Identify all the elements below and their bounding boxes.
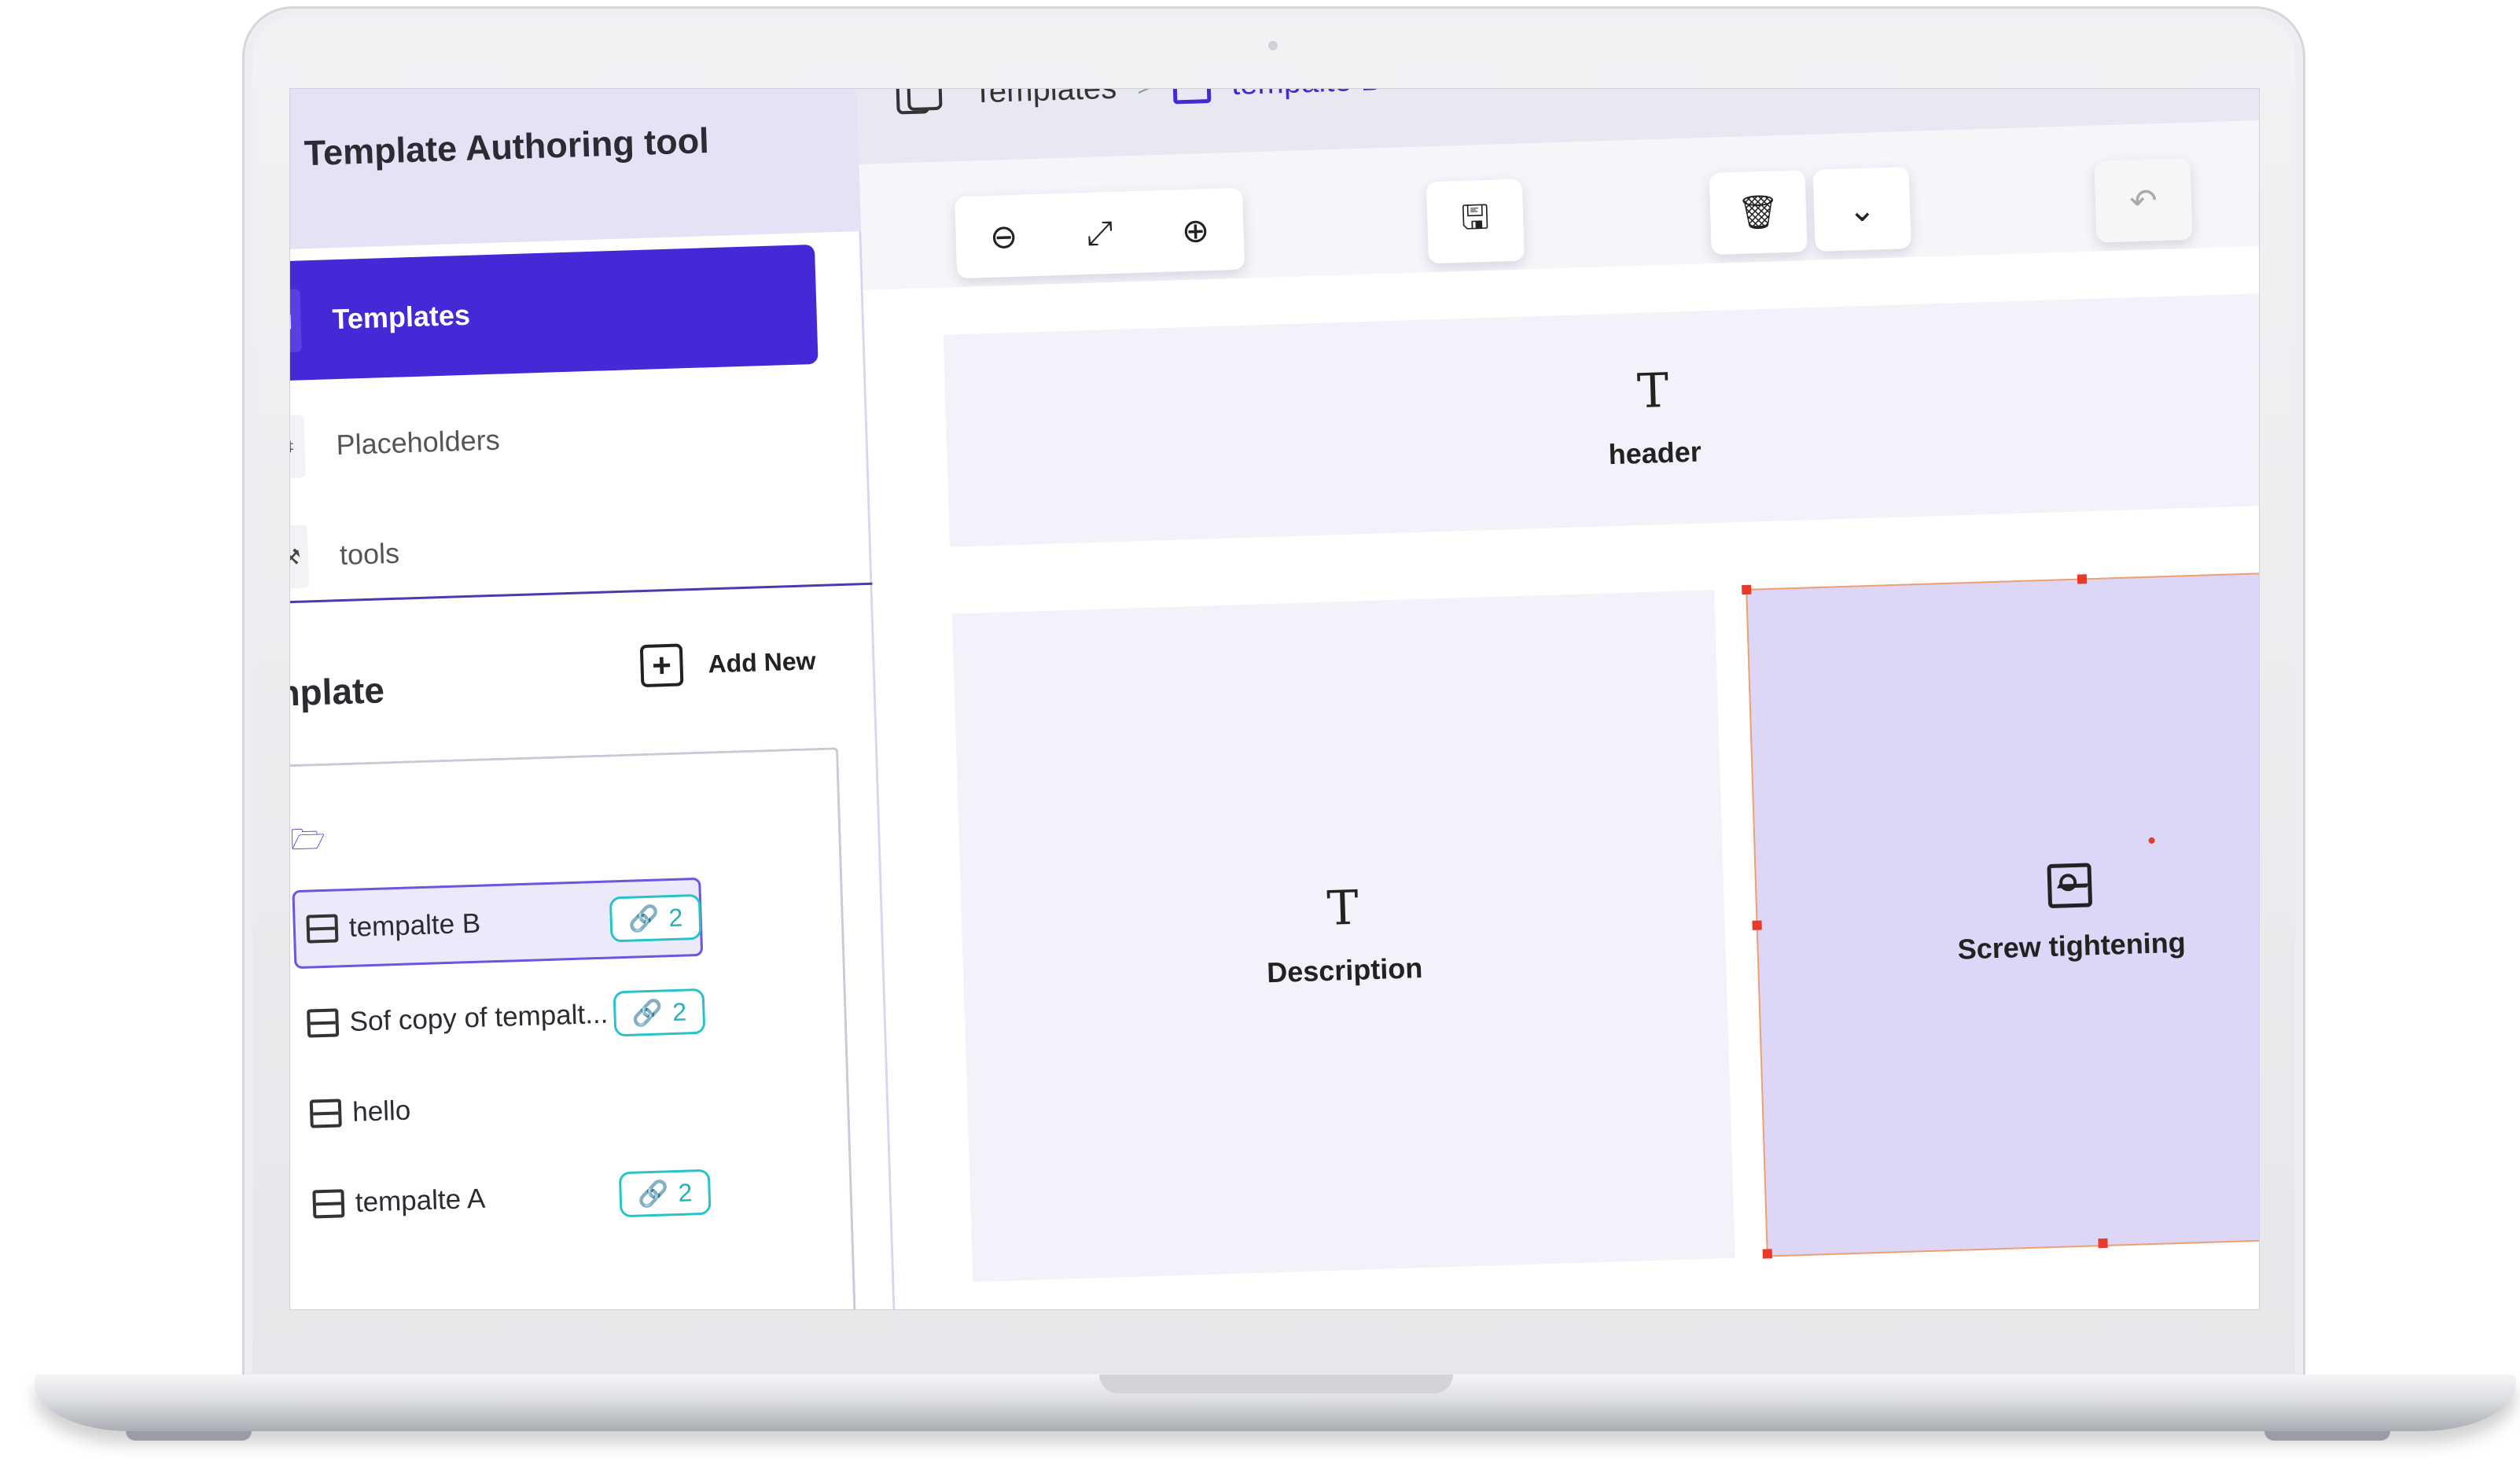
zoom-in-button[interactable]: ⊕ — [1146, 188, 1245, 273]
app-screen: Template Authoring tool ⊞ Templates ⌗ Pl… — [289, 88, 2260, 1310]
breadcrumb: Templates > tempalte B — [896, 89, 1382, 115]
laptop-foot — [126, 1431, 252, 1441]
sidebar-item-label: tools — [339, 536, 400, 572]
tools-icon: ⚒ — [290, 525, 310, 589]
link-count: 2 — [671, 997, 687, 1026]
link-count-badge[interactable]: 🔗 2 — [613, 988, 705, 1037]
link-count-badge[interactable]: 🔗 2 — [609, 893, 702, 943]
link-icon: 🔗 — [637, 1179, 670, 1209]
block-label: header — [1608, 435, 1702, 471]
trash-icon: 🗑 — [1736, 192, 1780, 231]
tree-item-label: hello — [351, 1095, 411, 1128]
tree-item-hello[interactable]: hello — [298, 1072, 412, 1154]
laptop-notch — [1099, 1375, 1453, 1393]
template-icon — [309, 1099, 342, 1128]
section-title: nplate — [289, 669, 385, 714]
placeholder-icon: ⌗ — [290, 414, 306, 479]
zoom-controls: ⊖ ⤢ ⊕ — [955, 187, 1245, 279]
undo-button[interactable]: ↶ — [2094, 158, 2192, 243]
description-block[interactable]: T Description — [951, 590, 1735, 1283]
add-new-label: Add New — [707, 646, 816, 678]
sidebar-header: Template Authoring tool — [290, 89, 862, 250]
resize-handle[interactable] — [1752, 920, 1762, 930]
tree-item-sof-copy[interactable]: Sof copy of tempalt... 🔗 2 — [295, 975, 705, 1063]
tree-item-label: tempalte A — [355, 1183, 486, 1218]
link-count-badge[interactable]: 🔗 2 — [618, 1169, 712, 1218]
breadcrumb-separator: > — [1136, 89, 1153, 102]
sidebar: Template Authoring tool ⊞ Templates ⌗ Pl… — [289, 89, 896, 1309]
app-title: Template Authoring tool — [304, 120, 710, 174]
undo-group: ↶ — [2094, 157, 2193, 243]
breadcrumb-current[interactable]: tempalte B — [1231, 89, 1382, 102]
save-icon: 🖫 — [1460, 197, 1490, 236]
fit-button[interactable]: ⤢ — [1050, 191, 1149, 276]
save-group: 🖫 — [1426, 179, 1525, 264]
sidebar-item-label: Templates — [331, 298, 471, 336]
plus-square-icon: + — [639, 643, 684, 688]
block-label: Description — [1266, 951, 1423, 989]
expand-icon: ⤢ — [1086, 213, 1114, 252]
rotate-handle[interactable] — [2148, 837, 2155, 844]
link-count: 2 — [677, 1177, 693, 1207]
chevron-down-icon: ⌄ — [1847, 190, 1877, 229]
template-icon — [306, 914, 339, 944]
block-label: Screw tightening — [1957, 926, 2187, 966]
laptop-foot — [2264, 1431, 2390, 1441]
save-button[interactable]: 🖫 — [1426, 179, 1525, 264]
app-viewport: Template Authoring tool ⊞ Templates ⌗ Pl… — [289, 89, 2259, 1309]
resize-handle[interactable] — [1742, 584, 1752, 595]
design-canvas[interactable]: T header T Description Screw tightening — [863, 243, 2259, 1309]
documents-icon — [896, 89, 930, 115]
add-new-button[interactable]: + Add New — [639, 639, 816, 688]
undo-icon: ↶ — [2128, 181, 2158, 219]
tree-item-label: tempalte B — [348, 907, 481, 943]
image-icon — [2047, 863, 2093, 909]
template-icon — [312, 1189, 345, 1219]
sidebar-item-label: Placeholders — [335, 423, 501, 462]
resize-handle[interactable] — [2077, 574, 2088, 584]
text-type-icon: T — [1326, 880, 1359, 937]
layout-icon: ⊞ — [290, 289, 302, 353]
zoom-in-icon: ⊕ — [1181, 211, 1210, 249]
more-group: ⌄ — [1812, 167, 1911, 252]
folder-open-icon[interactable]: 🗁 — [290, 819, 326, 867]
resize-handle[interactable] — [1762, 1249, 1772, 1259]
more-options-button[interactable]: ⌄ — [1813, 167, 1911, 252]
tree-item-tempalte-b[interactable]: tempalte B 🔗 2 — [292, 877, 704, 970]
text-type-icon: T — [1636, 363, 1670, 420]
link-icon: 🔗 — [631, 998, 664, 1028]
template-icon — [307, 1008, 340, 1038]
image-block-selected[interactable]: Screw tightening — [1742, 569, 2259, 1259]
tree-item-label: Sof copy of tempalt... — [349, 998, 609, 1037]
resize-handle[interactable] — [2098, 1238, 2108, 1249]
delete-group: 🗑 — [1709, 170, 1808, 256]
zoom-out-button[interactable]: ⊖ — [955, 193, 1053, 278]
breadcrumb-root[interactable]: Templates — [973, 89, 1117, 110]
delete-button[interactable]: 🗑 — [1709, 170, 1808, 255]
link-count: 2 — [668, 903, 683, 932]
editor-main: Templates > tempalte B ⊖ ⤢ ⊕ 🖫 🗑 ⌄ — [855, 89, 2259, 1309]
sidebar-item-tools[interactable]: ⚒ tools — [290, 480, 826, 617]
sidebar-item-templates[interactable]: ⊞ Templates — [290, 244, 819, 381]
link-icon: 🔗 — [627, 904, 660, 933]
header-block[interactable]: T header — [943, 290, 2259, 547]
tree-item-tempalte-a[interactable]: tempalte A 🔗 2 — [300, 1160, 712, 1244]
zoom-out-icon: ⊖ — [989, 217, 1018, 256]
camera-dot — [1268, 41, 1278, 50]
template-icon — [1172, 89, 1212, 105]
